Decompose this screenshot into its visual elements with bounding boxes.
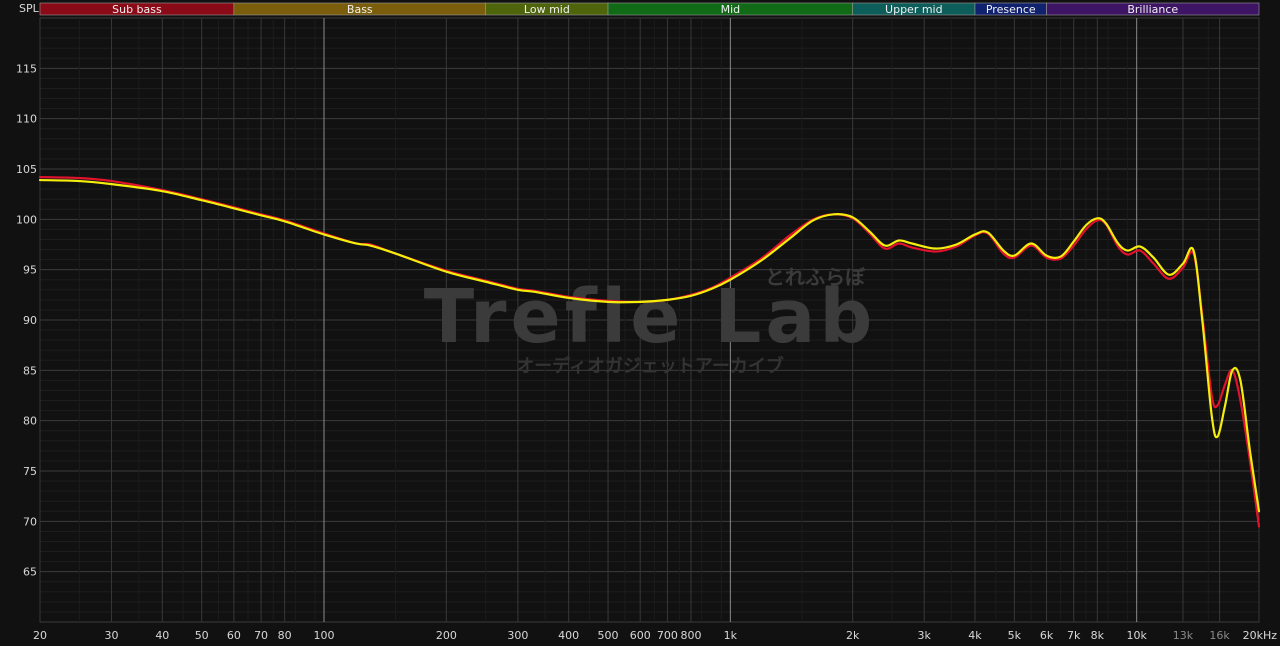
x-tick-label: 600 [630,629,651,642]
band-label: Sub bass [112,3,162,16]
x-tick-label: 800 [680,629,701,642]
x-tick-label: 50 [195,629,209,642]
x-tick-label: 70 [254,629,268,642]
x-tick-label: 5k [1008,629,1022,642]
x-tick-label: 200 [436,629,457,642]
x-tick-label: 500 [598,629,619,642]
y-tick-label: 90 [23,314,37,327]
y-tick-label: 95 [23,264,37,277]
x-tick-label: 1k [724,629,738,642]
watermark-kana: とれふらぼ [765,265,866,289]
frequency-band-bar: Sub bass Bass Low mid Mid Upper mid Presence B… [39,2,1260,16]
band-label: Mid [721,3,741,16]
x-tick-label: 30 [105,629,119,642]
y-tick-label: 115 [16,62,37,75]
x-tick-label: 4k [968,629,982,642]
x-tick-label: 300 [507,629,528,642]
band-label: Presence [986,3,1036,16]
y-tick-label: 65 [23,566,37,579]
x-tick-label: 13k [1173,629,1194,642]
x-tick-label: 80 [278,629,292,642]
y-tick-label: 100 [16,213,37,226]
x-tick-label: 400 [558,629,579,642]
x-tick-label: 7k [1067,629,1081,642]
x-tick-label: 60 [227,629,241,642]
x-tick-label: 2k [846,629,860,642]
x-tick-label: 16k [1209,629,1230,642]
band-label: Brilliance [1127,3,1178,16]
band-label: Low mid [524,3,570,16]
watermark-subtitle: オーディオガジェットアーカイブ [516,355,784,377]
x-tick-label: 40 [155,629,169,642]
y-tick-label: 75 [23,465,37,478]
y-tick-label: 110 [16,113,37,126]
y-axis-label: SPL [19,2,40,15]
x-tick-label: 20 [33,629,47,642]
x-tick-label: 700 [657,629,678,642]
x-tick-label: 6k [1040,629,1054,642]
x-tick-label: 8k [1091,629,1105,642]
x-tick-label: 20kHz [1243,629,1278,642]
y-tick-label: 105 [16,163,37,176]
frequency-response-chart: Sub bass Bass Low mid Mid Upper mid Presence B… [0,0,1280,646]
x-tick-label: 3k [918,629,932,642]
x-tick-label: 10k [1126,629,1147,642]
y-tick-label: 80 [23,415,37,428]
y-tick-label: 70 [23,515,37,528]
x-tick-label: 100 [314,629,335,642]
band-label: Upper mid [885,3,943,16]
band-label: Bass [347,3,373,16]
y-tick-label: 85 [23,364,37,377]
